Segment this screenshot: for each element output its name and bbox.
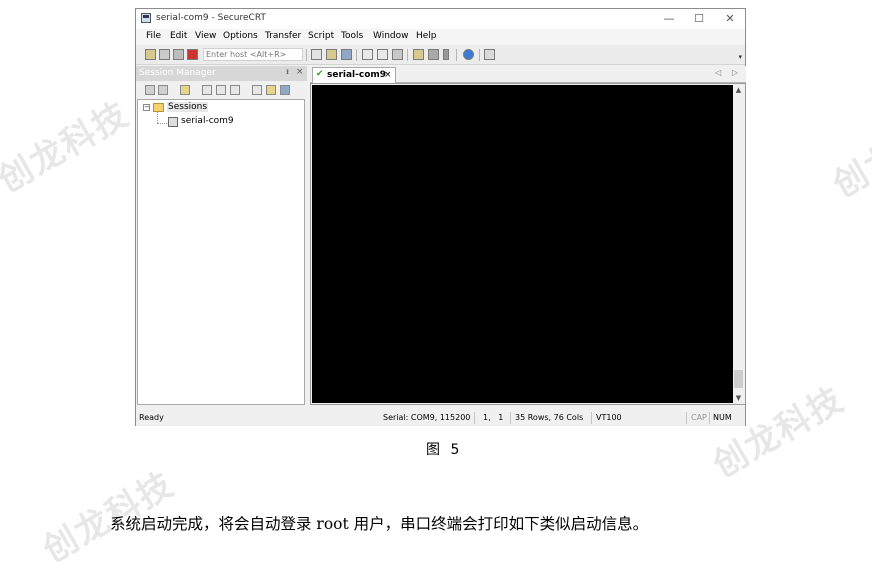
status-divider <box>510 412 511 424</box>
status-divider <box>474 412 475 424</box>
menu-file[interactable]: File <box>146 31 161 41</box>
tab-close-icon[interactable]: × <box>384 70 392 80</box>
connect-icon[interactable] <box>145 49 156 60</box>
toolbar-separator <box>356 49 357 61</box>
session-manager-title: Session Manager <box>139 68 216 78</box>
session-manager-toolbar <box>136 82 307 98</box>
toolbar-separator <box>479 49 480 61</box>
status-divider <box>686 412 687 424</box>
connect-in-tab-icon[interactable] <box>173 49 184 60</box>
window-title: serial-com9 - SecureCRT <box>156 13 266 23</box>
tab-scroll-arrows-icon[interactable]: ◁ ▷ <box>715 68 742 77</box>
maximize-button[interactable]: ☐ <box>687 11 711 27</box>
status-ready: Ready <box>139 413 164 422</box>
figure-caption: 图 5 <box>426 442 463 458</box>
tree-item-serial-com9[interactable]: serial-com9 <box>181 116 234 126</box>
menu-tools[interactable]: Tools <box>341 31 363 41</box>
session-tree: − Sessions serial-com9 <box>137 99 305 405</box>
sftp-icon[interactable] <box>484 49 495 60</box>
status-cursor: 1, 1 <box>483 413 504 422</box>
securecrt-app-icon <box>141 13 151 23</box>
pin-icon[interactable]: ᵻ <box>286 67 289 76</box>
menu-window[interactable]: Window <box>373 31 409 41</box>
menu-transfer[interactable]: Transfer <box>265 31 301 41</box>
status-size: 35 Rows, 76 Cols <box>515 413 584 422</box>
securecrt-window: serial-com9 - SecureCRT — ☐ ✕ File Edit … <box>135 8 746 426</box>
cut-icon[interactable] <box>202 85 212 95</box>
paste-session-icon[interactable] <box>230 85 240 95</box>
print-selection-icon[interactable] <box>377 49 388 60</box>
session-options-icon[interactable] <box>413 49 424 60</box>
terminal-screen[interactable] <box>312 85 733 403</box>
tree-item-sessions[interactable]: Sessions <box>167 102 209 112</box>
menu-view[interactable]: View <box>195 31 216 41</box>
session-manager-header: Session Manager ᵻ × <box>136 66 307 81</box>
menu-help[interactable]: Help <box>416 31 437 41</box>
scroll-thumb[interactable] <box>734 370 743 388</box>
connect-session-icon[interactable] <box>145 85 155 95</box>
terminal-scrollbar[interactable]: ▲ ▼ <box>733 85 744 403</box>
status-num: NUM <box>713 413 732 422</box>
serial-session-icon <box>168 117 178 127</box>
toolbar-separator <box>456 49 457 61</box>
disconnect-icon[interactable] <box>187 49 198 60</box>
tab-serial-com9[interactable]: ✔ serial-com9 × <box>312 67 396 83</box>
global-options-icon[interactable] <box>428 49 439 60</box>
title-bar[interactable]: serial-com9 - SecureCRT — ☐ ✕ <box>136 9 745 29</box>
keymap-icon[interactable] <box>443 49 449 60</box>
scroll-down-icon[interactable]: ▼ <box>733 394 744 402</box>
status-serial: Serial: COM9, 115200 <box>383 413 471 422</box>
folder-icon <box>153 103 164 112</box>
quick-connect-icon[interactable] <box>159 49 170 60</box>
help-icon[interactable] <box>463 49 474 60</box>
watermark: 创龙科技 <box>826 99 872 206</box>
menu-options[interactable]: Options <box>223 31 258 41</box>
toolbar-separator <box>407 49 408 61</box>
find-icon[interactable] <box>341 49 352 60</box>
status-divider <box>709 412 710 424</box>
session-manager-close-button[interactable]: × <box>296 67 304 77</box>
connected-check-icon: ✔ <box>316 69 324 79</box>
toolbar-separator <box>306 49 307 61</box>
new-session-icon[interactable] <box>180 85 190 95</box>
paste-icon[interactable] <box>326 49 337 60</box>
tree-connector <box>157 112 158 123</box>
main-toolbar: ▾ <box>136 45 745 65</box>
delete-icon[interactable] <box>252 85 262 95</box>
status-cap: CAP <box>691 413 707 422</box>
close-button[interactable]: ✕ <box>718 11 742 27</box>
scroll-up-icon[interactable]: ▲ <box>733 86 744 94</box>
tab-label: serial-com9 <box>327 70 387 80</box>
session-tab-bar: ✔ serial-com9 × ◁ ▷ <box>310 66 746 83</box>
toolbar-overflow-icon[interactable]: ▾ <box>738 53 742 61</box>
menu-script[interactable]: Script <box>308 31 334 41</box>
connect-session-tab-icon[interactable] <box>158 85 168 95</box>
status-bar: Ready Serial: COM9, 115200 1, 1 35 Rows,… <box>136 410 745 426</box>
tree-connector <box>157 123 167 124</box>
copy-session-icon[interactable] <box>216 85 226 95</box>
menu-edit[interactable]: Edit <box>170 31 187 41</box>
print-icon[interactable] <box>362 49 373 60</box>
find-session-icon[interactable] <box>280 85 290 95</box>
properties-icon[interactable] <box>266 85 276 95</box>
minimize-button[interactable]: — <box>657 11 681 27</box>
host-input[interactable] <box>203 48 303 61</box>
status-emulation: VT100 <box>596 413 622 422</box>
print-setup-icon[interactable] <box>392 49 403 60</box>
collapse-icon[interactable]: − <box>143 104 150 111</box>
body-paragraph: 系统启动完成，将会自动登录 root 用户，串口终端会打印如下类似启动信息。 <box>110 515 649 533</box>
status-divider <box>591 412 592 424</box>
watermark: 创龙科技 <box>0 94 137 201</box>
copy-icon[interactable] <box>311 49 322 60</box>
menu-bar: File Edit View Options Transfer Script T… <box>136 29 745 45</box>
